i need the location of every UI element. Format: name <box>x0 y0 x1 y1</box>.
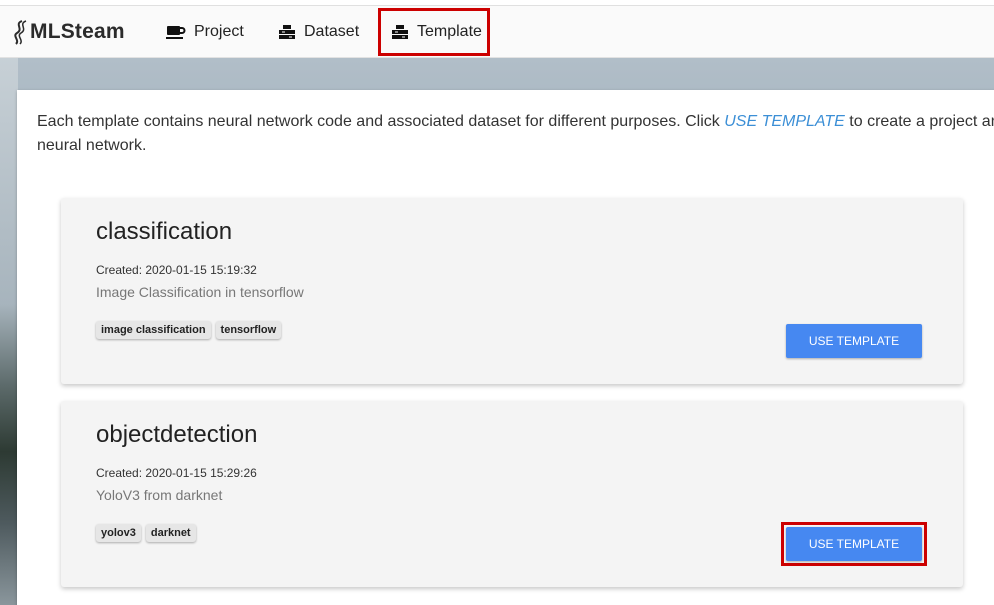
template-created: Created: 2020-01-15 15:29:26 <box>96 466 257 480</box>
nav-project[interactable]: Project <box>166 10 244 54</box>
top-navbar: MLSteam Project Dataset Template <box>0 6 994 58</box>
tag-chip: tensorflow <box>215 321 282 339</box>
coffee-cup-icon <box>166 26 186 39</box>
template-tags: image classification tensorflow <box>96 321 282 339</box>
intro-text: Each template contains neural network co… <box>37 110 994 158</box>
template-name: classification <box>96 218 233 245</box>
template-description: Image Classification in tensorflow <box>96 284 304 300</box>
template-card-objectdetection: objectdetection Created: 2020-01-15 15:2… <box>61 401 963 587</box>
intro-text-line2: neural network. <box>37 137 147 154</box>
tag-chip: image classification <box>96 321 211 339</box>
tag-chip: darknet <box>145 524 196 542</box>
nav-template[interactable]: Template <box>378 8 490 56</box>
nav-dataset[interactable]: Dataset <box>278 10 359 54</box>
use-template-button[interactable]: USE TEMPLATE <box>786 527 922 561</box>
use-template-button[interactable]: USE TEMPLATE <box>786 324 922 358</box>
template-tags: yolov3 darknet <box>96 524 196 542</box>
nav-project-label: Project <box>194 23 244 40</box>
tag-chip: yolov3 <box>96 524 141 542</box>
background-image <box>0 58 18 605</box>
logo[interactable]: MLSteam <box>12 18 125 46</box>
template-created: Created: 2020-01-15 15:19:32 <box>96 263 257 277</box>
template-name: objectdetection <box>96 421 258 448</box>
template-stack-icon <box>392 25 408 39</box>
mlsteam-logo-icon <box>14 20 27 45</box>
intro-text-part: to create a project an <box>844 113 994 130</box>
template-panel: Each template contains neural network co… <box>17 90 994 605</box>
template-card-classification: classification Created: 2020-01-15 15:19… <box>61 198 963 384</box>
nav-template-label: Template <box>417 23 482 40</box>
intro-text-part: Each template contains neural network co… <box>37 113 725 130</box>
dataset-stack-icon <box>279 25 295 39</box>
use-template-link[interactable]: USE TEMPLATE <box>724 113 845 130</box>
logo-text: MLSteam <box>30 20 125 43</box>
nav-dataset-label: Dataset <box>304 23 360 40</box>
template-description: YoloV3 from darknet <box>96 487 223 503</box>
